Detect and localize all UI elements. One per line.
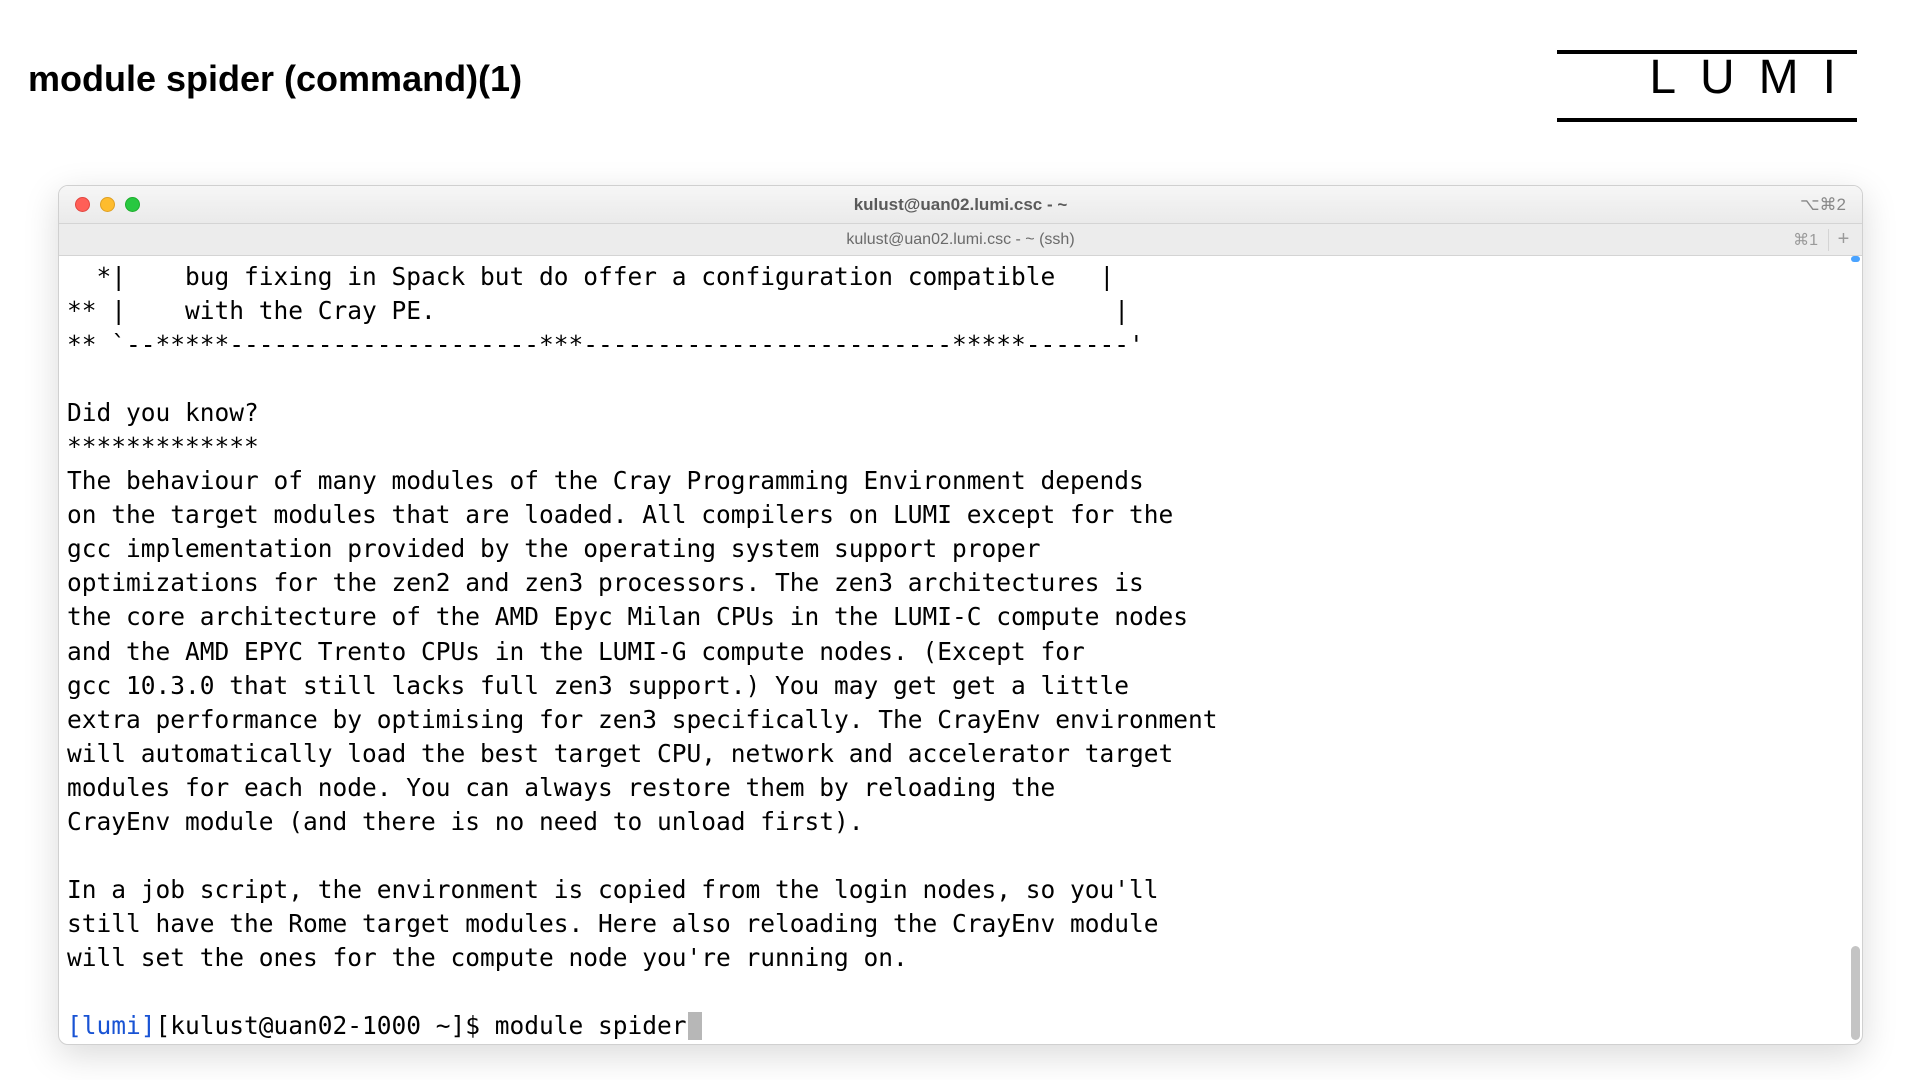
tab-bar: kulust@uan02.lumi.csc - ~ (ssh) ⌘1 + bbox=[59, 224, 1862, 256]
typed-command: module spider bbox=[495, 1011, 687, 1040]
prompt-host: [lumi] bbox=[67, 1011, 156, 1040]
tab-shortcut-label: ⌘1 bbox=[1793, 230, 1818, 250]
slide-title: module spider (command)(1) bbox=[28, 58, 522, 100]
prompt-path: [kulust@uan02-1000 ~]$ bbox=[156, 1011, 495, 1040]
window-shortcut-label: ⌥⌘2 bbox=[1800, 195, 1846, 215]
tab-right-controls: ⌘1 + bbox=[1793, 229, 1850, 251]
lumi-logo: LUMI bbox=[1649, 50, 1860, 105]
terminal-window: kulust@uan02.lumi.csc - ~ ⌥⌘2 kulust@uan… bbox=[58, 185, 1863, 1045]
new-tab-button[interactable]: + bbox=[1828, 229, 1850, 251]
cursor bbox=[688, 1012, 702, 1040]
scrollbar-thumb[interactable] bbox=[1851, 946, 1860, 1040]
scrollbar-top-indicator bbox=[1851, 256, 1860, 262]
window-titlebar: kulust@uan02.lumi.csc - ~ ⌥⌘2 bbox=[59, 186, 1862, 224]
scrollbar-track[interactable] bbox=[1850, 256, 1860, 1044]
window-title: kulust@uan02.lumi.csc - ~ bbox=[59, 195, 1862, 215]
logo-underline bbox=[1557, 118, 1857, 122]
tab-title[interactable]: kulust@uan02.lumi.csc - ~ (ssh) bbox=[59, 231, 1862, 249]
terminal-body[interactable]: *| bug fixing in Spack but do offer a co… bbox=[59, 256, 1862, 1044]
terminal-output: *| bug fixing in Spack but do offer a co… bbox=[67, 262, 1218, 972]
